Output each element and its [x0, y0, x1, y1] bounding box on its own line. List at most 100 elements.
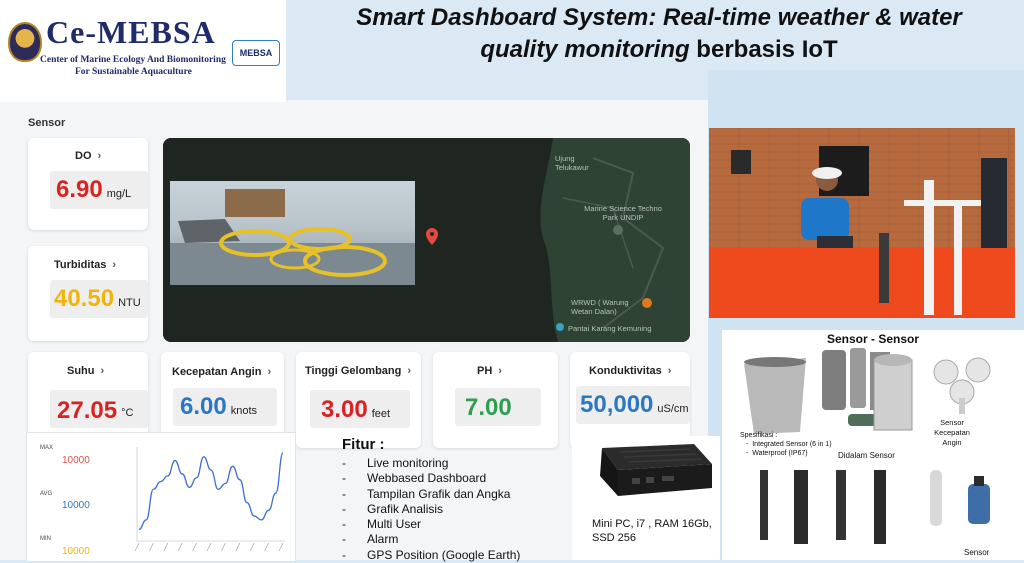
sensor-value: 6.90: [56, 176, 103, 203]
x-tick-label: [278, 542, 284, 552]
value-box: 3.00 feet: [310, 390, 410, 428]
x-tick-label: [221, 542, 226, 552]
university-seal-icon: [8, 22, 42, 62]
x-tick-label: [177, 542, 183, 552]
features-list: Fitur : Live monitoring Webbased Dashboa…: [342, 436, 520, 563]
legend-max-label: MAX: [40, 445, 54, 451]
title-italic-part: quality monitoring: [480, 36, 690, 63]
field-photo: [709, 128, 1015, 318]
fish-cage-photo: [170, 181, 415, 285]
sensor-unit: °C: [121, 407, 134, 419]
value-box: 40.50 NTU: [50, 280, 148, 318]
page-title-line-1: Smart Dashboard System: Real-time weathe…: [356, 4, 962, 31]
sensor-value: 3.00: [321, 396, 368, 423]
feature-item: Alarm: [342, 532, 520, 548]
chevron-right-icon: ›: [100, 365, 105, 377]
sensor-label: Turbiditas: [54, 259, 107, 271]
features-title: Fitur :: [342, 436, 385, 453]
logo-badge: MEBSA: [232, 40, 280, 66]
mini-pc-icon: [600, 444, 712, 496]
sensor-card-wave-height[interactable]: Tinggi Gelombang › 3.00 feet: [296, 352, 421, 448]
title-rest-part: berbasis IoT: [689, 36, 838, 63]
sensor-title: Tinggi Gelombang ›: [305, 365, 411, 377]
chevron-right-icon: ›: [97, 150, 102, 162]
value-box: 6.90 mg/L: [50, 171, 148, 209]
feature-item: Grafik Analisis: [342, 502, 520, 518]
chevron-right-icon: ›: [667, 365, 672, 377]
sensor-unit: knots: [230, 405, 258, 417]
map-label: Ujung Telukawur: [555, 154, 589, 172]
sensor-card-do[interactable]: DO › 6.90 mg/L: [28, 138, 148, 230]
logo-text: Ce-MEBSA: [46, 14, 216, 50]
map-label: WRWD ( Warung Wetan Dalan): [571, 298, 629, 316]
legend-avg-label: AVG: [40, 491, 53, 497]
sensor-unit: uS/cm: [657, 403, 689, 415]
sensor-unit: NTU: [118, 297, 141, 309]
section-label: Sensor: [28, 117, 66, 129]
sensors-panel: Sensor - Sensor Spesifikasi: - Integrat…: [722, 330, 1024, 560]
sensor-card-conductivity[interactable]: Konduktivitas › 50,000 uS/cm: [570, 352, 690, 448]
mini-pc-spec: Mini PC, i7 , RAM 16Gb, SSD 256: [592, 518, 712, 544]
x-tick-label: [249, 542, 255, 552]
spec-item: - Integrated Sensor (6 in 1): [746, 441, 832, 448]
sensor-card-ph[interactable]: PH › 7.00: [433, 352, 558, 448]
chevron-right-icon: ›: [407, 365, 412, 377]
legend-avg-value: 10000: [62, 500, 90, 511]
sensor-title: Suhu ›: [67, 365, 104, 377]
map-label: Pantai Karang Kemuning: [568, 324, 652, 333]
fish-cage-illustration: [170, 189, 415, 285]
chevron-right-icon: ›: [498, 365, 502, 377]
anemometer-label: Sensor Kecepatan Angin: [934, 418, 970, 447]
map-label: Marine Science Techno Park UNDIP: [584, 204, 662, 222]
x-tick-label: [235, 542, 241, 552]
spec-item-text: Waterproof (IP67): [752, 450, 808, 457]
sensor-label: Suhu: [67, 365, 95, 377]
chevron-right-icon: ›: [112, 259, 117, 271]
inside-sensor-label: Didalam Sensor: [838, 451, 895, 460]
feature-item: Multi User: [342, 517, 520, 533]
x-tick-label: [192, 542, 197, 552]
sensor-title: Turbiditas ›: [54, 259, 116, 271]
value-box: 6.00 knots: [173, 388, 277, 426]
feature-item: Webbased Dashboard: [342, 471, 520, 487]
sensor-value: 50,000: [580, 391, 654, 418]
sensor-value: 6.00: [180, 393, 227, 420]
value-box: 7.00: [455, 388, 541, 426]
sensor-value: 7.00: [465, 394, 512, 421]
x-tick-label: [206, 542, 212, 552]
sensor-title: PH ›: [477, 365, 502, 377]
logo: Ce-MEBSA Center of Marine Ecology And Bi…: [0, 0, 286, 102]
sensor-label: Kecepatan Angin: [172, 366, 262, 378]
x-tick-label: [149, 542, 154, 552]
field-photo-illustration: [709, 128, 1015, 318]
sensor-label: DO: [75, 150, 92, 162]
location-map[interactable]: Ujung Telukawur Marine Science Techno Pa…: [163, 138, 690, 342]
feature-item: Tampilan Grafik dan Angka: [342, 487, 520, 503]
chevron-right-icon: ›: [267, 366, 272, 378]
sensor-value: 27.05: [57, 397, 118, 424]
sensor-title: Kecepatan Angin ›: [172, 366, 271, 378]
legend-max-value: 10000: [62, 455, 90, 466]
sensor-unit: mg/L: [106, 188, 132, 200]
analysis-chart-panel[interactable]: MAX 10000 AVG 10000 MIN 10000: [26, 432, 296, 562]
legend-min-label: MIN: [40, 536, 51, 542]
logo-subtitle-2: For Sustainable Aquaculture: [75, 67, 192, 77]
spec-title: Spesifikasi :: [740, 432, 778, 439]
value-box: 50,000 uS/cm: [576, 386, 690, 424]
x-tick-label: [264, 542, 269, 552]
sensor-label: PH: [477, 365, 493, 377]
series-line: [138, 452, 284, 531]
spec-item: - Waterproof (IP67): [746, 450, 808, 457]
x-tick-label: [134, 542, 140, 552]
sensor-title: Konduktivitas ›: [589, 365, 671, 377]
line-chart: [134, 447, 285, 552]
logo-subtitle-1: Center of Marine Ecology And Biomonitori…: [40, 55, 226, 65]
x-tick-label: [163, 542, 169, 552]
sensor-label: Konduktivitas: [589, 365, 662, 377]
sensor-card-turbidity[interactable]: Turbiditas › 40.50 NTU: [28, 246, 148, 341]
sensor-value: 40.50: [54, 285, 115, 312]
feature-item: Live monitoring: [342, 456, 520, 472]
value-box: 27.05 °C: [50, 390, 148, 428]
sensor-label: Tinggi Gelombang: [305, 365, 402, 377]
spec-item-text: Integrated Sensor (6 in 1): [752, 441, 832, 448]
